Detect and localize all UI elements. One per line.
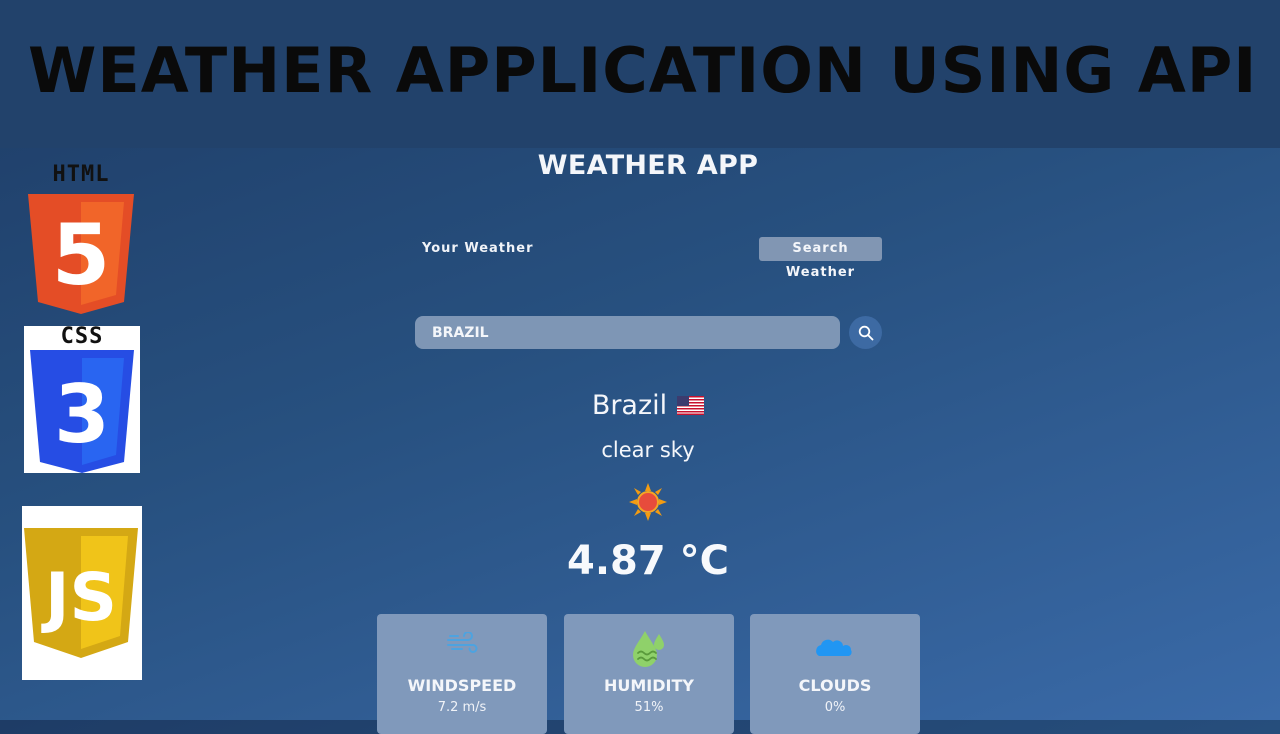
windspeed-value: 7.2 m/s [437,700,487,715]
clouds-value: 0% [824,700,846,715]
humidity-icon [564,628,734,673]
sun-icon [629,483,667,526]
weather-description: clear sky [601,438,695,462]
tab-search-weather[interactable]: Search Weather [759,237,882,280]
clouds-card: CLOUDS 0% [750,614,920,734]
cloud-icon [750,638,920,663]
city-name: Brazil [591,390,668,421]
city-name-row: Brazil [0,390,1280,422]
html5-logo: HTML 5 [28,162,134,314]
temperature: 4.87 °C [567,538,729,584]
windspeed-card: WINDSPEED 7.2 m/s [377,614,547,734]
search-button[interactable] [849,316,882,349]
wind-icon [377,631,547,659]
search-input[interactable] [415,316,840,349]
banner-title: WEATHER APPLICATION USING API [28,34,1258,107]
js-logo: JS [22,506,142,680]
tab-your-weather[interactable]: Your Weather [422,241,534,256]
css-logo-label: CSS [60,324,104,349]
search-icon [858,325,873,340]
header-banner: WEATHER APPLICATION USING API [0,0,1280,148]
app-title: WEATHER APP [537,150,759,181]
js-shield-icon: JS [24,528,138,658]
humidity-label: HUMIDITY [604,676,694,695]
humidity-card: HUMIDITY 51% [564,614,734,734]
html-glyph: 5 [52,206,110,304]
us-flag-icon [677,391,705,422]
humidity-value: 51% [634,700,664,715]
clouds-label: CLOUDS [798,676,872,695]
windspeed-label: WINDSPEED [407,676,517,695]
